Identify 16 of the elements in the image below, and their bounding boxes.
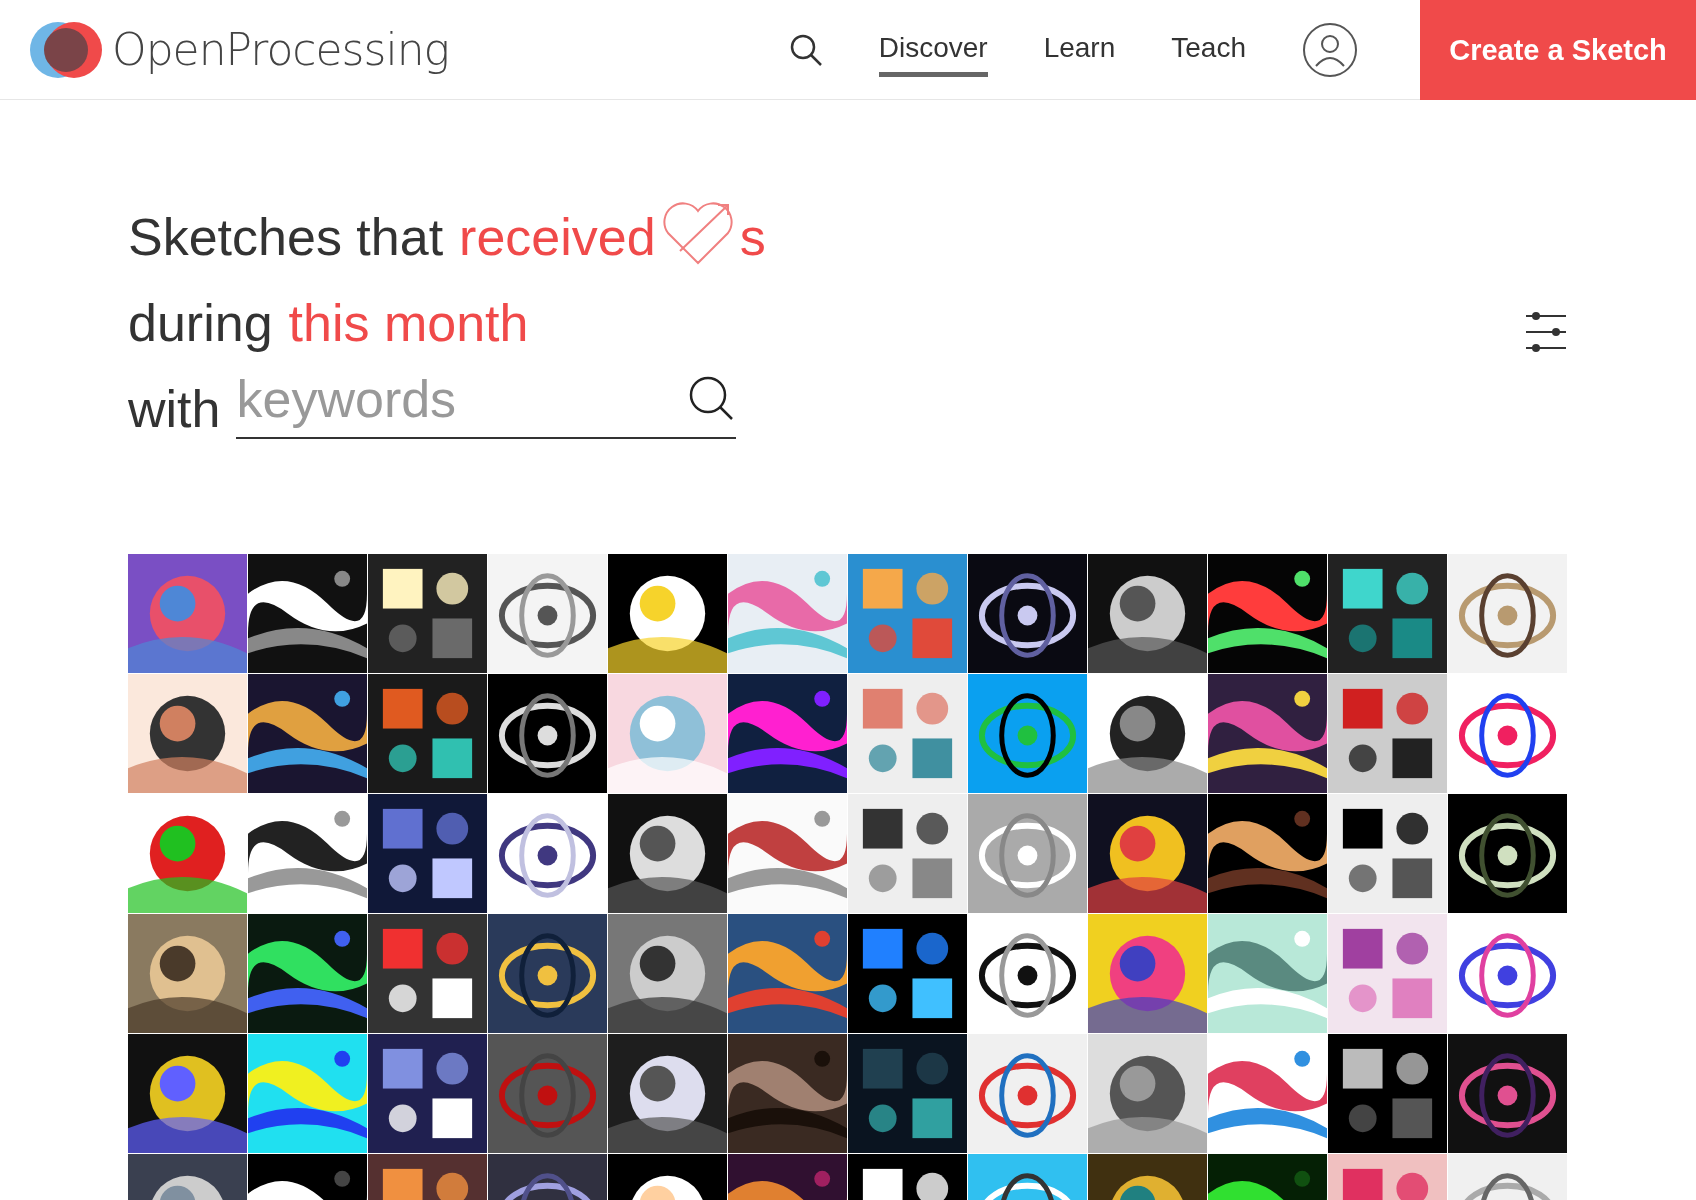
filter-sliders-icon[interactable] (1524, 310, 1568, 354)
nav-link[interactable]: Discover (878, 22, 988, 77)
brand-name[interactable]: OpenProcessing (112, 24, 449, 75)
period-link[interactable]: this month (288, 293, 529, 353)
headline-text: with (128, 379, 221, 439)
search-icon[interactable] (788, 32, 823, 67)
headline-text: during (128, 293, 273, 353)
headline-text: Sketches that (128, 207, 444, 267)
search-icon[interactable] (688, 375, 735, 421)
user-avatar-icon[interactable] (1302, 21, 1358, 78)
plural-suffix: s (739, 207, 766, 267)
keyword-search-field[interactable]: keywords (236, 361, 737, 439)
create-sketch-button[interactable]: Create a Sketch (1420, 0, 1696, 100)
nav-link[interactable]: Learn (1043, 22, 1116, 77)
nav-link[interactable]: Teach (1171, 22, 1246, 77)
sort-link[interactable]: received (459, 207, 656, 267)
